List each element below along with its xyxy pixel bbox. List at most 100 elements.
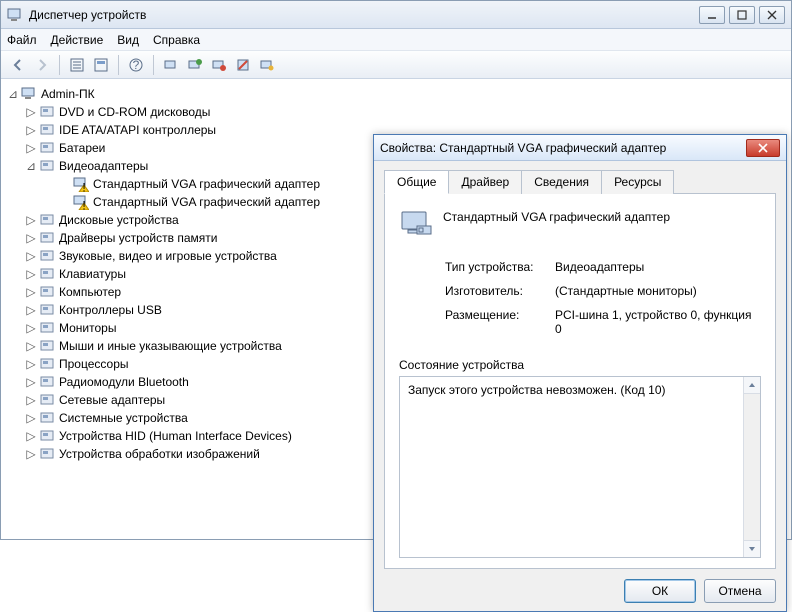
device-category-icon — [39, 338, 55, 354]
menu-action[interactable]: Действие — [51, 33, 104, 47]
properties-dialog: Свойства: Стандартный VGA графический ад… — [373, 134, 787, 612]
toolbar-separator — [153, 55, 154, 75]
menu-help[interactable]: Справка — [153, 33, 200, 47]
menubar: Файл Действие Вид Справка — [1, 29, 791, 51]
forward-button[interactable] — [31, 54, 53, 76]
tree-item-label: IDE ATA/ATAPI контроллеры — [59, 123, 216, 137]
device-category-icon — [39, 410, 55, 426]
expand-toggle[interactable]: ▷ — [25, 267, 37, 281]
expand-toggle[interactable]: ▷ — [25, 357, 37, 371]
svg-text:!: ! — [82, 199, 85, 211]
tree-item-label: Стандартный VGA графический адаптер — [93, 177, 320, 191]
tree-item-label: Радиомодули Bluetooth — [59, 375, 189, 389]
scroll-down-icon[interactable] — [744, 540, 760, 557]
dialog-body: Общие Драйвер Сведения Ресурсы Стандартн… — [374, 161, 786, 611]
tree-item-label: Клавиатуры — [59, 267, 126, 281]
expand-toggle[interactable]: ▷ — [25, 141, 37, 155]
device-category-icon — [39, 122, 55, 138]
device-category-icon — [39, 104, 55, 120]
tree-item-label: Устройства обработки изображений — [59, 447, 260, 461]
menu-view[interactable]: Вид — [117, 33, 139, 47]
tree-item-label: Батареи — [59, 141, 105, 155]
tree-root[interactable]: ⊿Admin-ПК — [5, 85, 787, 103]
device-category-icon — [39, 428, 55, 444]
expand-toggle[interactable]: ▷ — [25, 285, 37, 299]
minimize-button[interactable] — [699, 6, 725, 24]
expand-toggle[interactable]: ▷ — [25, 231, 37, 245]
tb-scan-icon[interactable] — [160, 54, 182, 76]
expand-toggle[interactable]: ⊿ — [7, 87, 19, 101]
expand-toggle[interactable]: ▷ — [25, 429, 37, 443]
tb-disable-icon[interactable] — [232, 54, 254, 76]
expand-toggle[interactable]: ▷ — [25, 213, 37, 227]
expand-toggle[interactable]: ▷ — [25, 447, 37, 461]
display-adapter-warn-icon: ! — [73, 176, 89, 192]
expand-toggle[interactable]: ▷ — [25, 105, 37, 119]
scrollbar[interactable] — [743, 377, 760, 557]
toolbar-separator — [59, 55, 60, 75]
content-area: ⊿Admin-ПК ▷ DVD и CD-ROM дисководы ▷ IDE ATA… — [1, 79, 791, 539]
tb-properties-icon[interactable] — [90, 54, 112, 76]
tree-item-label: Дисковые устройства — [59, 213, 179, 227]
tab-driver[interactable]: Драйвер — [448, 170, 522, 194]
expand-toggle[interactable]: ▷ — [25, 303, 37, 317]
window-title: Диспетчер устройств — [29, 8, 699, 22]
expand-toggle[interactable]: ▷ — [25, 321, 37, 335]
tree-item-0[interactable]: ▷ DVD и CD-ROM дисководы — [5, 103, 787, 121]
menu-file[interactable]: Файл — [7, 33, 37, 47]
tree-item-label: Контроллеры USB — [59, 303, 162, 317]
device-manager-window: Диспетчер устройств Файл Действие Вид Сп… — [0, 0, 792, 540]
ok-button[interactable]: ОК — [624, 579, 696, 603]
tree-item-label: Видеоадаптеры — [59, 159, 148, 173]
device-status-label: Состояние устройства — [399, 358, 761, 372]
maximize-button[interactable] — [729, 6, 755, 24]
dialog-close-button[interactable] — [746, 139, 780, 157]
scroll-up-icon[interactable] — [744, 377, 760, 394]
dialog-tabs: Общие Драйвер Сведения Ресурсы — [384, 169, 776, 194]
back-button[interactable] — [7, 54, 29, 76]
display-adapter-warn-icon: ! — [73, 194, 89, 210]
tree-item-label: Компьютер — [59, 285, 121, 299]
device-category-icon — [39, 356, 55, 372]
tree-item-label: DVD и CD-ROM дисководы — [59, 105, 210, 119]
expand-toggle[interactable]: ⊿ — [25, 159, 37, 173]
tree-item-label: Системные устройства — [59, 411, 188, 425]
tb-help-icon[interactable]: ? — [125, 54, 147, 76]
expand-toggle[interactable]: ▷ — [25, 375, 37, 389]
tree-item-label: Стандартный VGA графический адаптер — [93, 195, 320, 209]
expand-toggle[interactable]: ▷ — [25, 339, 37, 353]
toolbar-separator — [118, 55, 119, 75]
svg-text:!: ! — [82, 181, 85, 193]
device-status-box[interactable]: Запуск этого устройства невозможен. (Код… — [399, 376, 761, 558]
device-category-icon — [39, 302, 55, 318]
ok-button-label: ОК — [652, 584, 668, 598]
tb-details-icon[interactable] — [66, 54, 88, 76]
tb-refresh-icon[interactable] — [256, 54, 278, 76]
tb-uninstall-icon[interactable] — [208, 54, 230, 76]
expand-toggle[interactable]: ▷ — [25, 123, 37, 137]
expand-toggle[interactable]: ▷ — [25, 411, 37, 425]
device-category-icon — [39, 158, 55, 174]
type-value: Видеоадаптеры — [555, 260, 761, 274]
device-status-text: Запуск этого устройства невозможен. (Код… — [408, 383, 665, 397]
tab-general[interactable]: Общие — [384, 170, 449, 194]
tb-update-icon[interactable] — [184, 54, 206, 76]
tab-details[interactable]: Сведения — [521, 170, 602, 194]
tree-item-label: Сетевые адаптеры — [59, 393, 165, 407]
location-label: Размещение: — [445, 308, 555, 336]
tab-resources[interactable]: Ресурсы — [601, 170, 674, 194]
manufacturer-label: Изготовитель: — [445, 284, 555, 298]
svg-text:?: ? — [133, 58, 140, 72]
device-category-icon — [39, 212, 55, 228]
computer-icon — [21, 86, 37, 102]
close-button[interactable] — [759, 6, 785, 24]
expand-toggle[interactable]: ▷ — [25, 393, 37, 407]
cancel-button[interactable]: Отмена — [704, 579, 776, 603]
device-category-icon — [39, 140, 55, 156]
type-label: Тип устройства: — [445, 260, 555, 274]
device-category-icon — [39, 248, 55, 264]
tree-item-label: Мониторы — [59, 321, 116, 335]
dialog-title: Свойства: Стандартный VGA графический ад… — [380, 141, 746, 155]
expand-toggle[interactable]: ▷ — [25, 249, 37, 263]
device-category-icon — [39, 284, 55, 300]
